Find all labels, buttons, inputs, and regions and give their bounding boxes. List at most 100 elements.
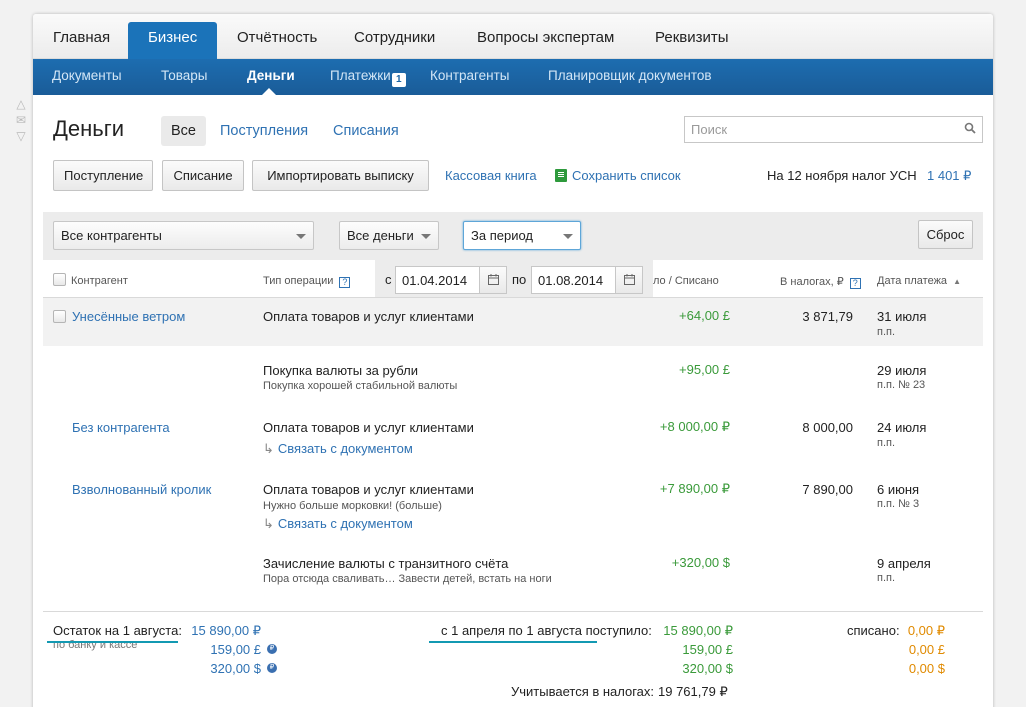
- spent-rub: 0,00 ₽: [907, 623, 945, 638]
- tab-employees[interactable]: Сотрудники: [334, 22, 455, 59]
- currency-icon: ₽: [267, 663, 277, 673]
- balance-underline: [47, 641, 178, 643]
- writeoff-button[interactable]: Списание: [162, 160, 244, 191]
- row-doc: п.п.: [877, 572, 896, 584]
- filter-bar: Все контрагенты Все деньги За период Сбр…: [43, 212, 983, 260]
- col-amount[interactable]: ло / Списано: [653, 275, 719, 287]
- chevron-down-icon: [421, 234, 431, 239]
- counterparty-select[interactable]: Все контрагенты: [53, 221, 314, 250]
- money-select[interactable]: Все деньги: [339, 221, 439, 250]
- chevron-down-icon: [563, 234, 573, 239]
- link-document[interactable]: ↳ Связать с документом: [263, 441, 413, 457]
- filter-tab-income[interactable]: Поступления: [220, 116, 308, 146]
- subnav-document-planner[interactable]: Планировщик документов: [548, 59, 712, 95]
- row-operation: Зачисление валюты с транзитного счёта: [263, 556, 509, 571]
- row-note: Покупка хорошей стабильной валюты: [263, 380, 458, 392]
- date-to-field[interactable]: 01.08.2014: [531, 266, 643, 294]
- tax-value-link[interactable]: 1 401 ₽: [927, 168, 971, 184]
- col-date[interactable]: Дата платежа ▲: [877, 275, 961, 287]
- tax-label: На 12 ноября налог УСН: [767, 168, 917, 183]
- excel-icon: [555, 169, 567, 182]
- link-document-label: Связать с документом: [277, 441, 413, 456]
- row-doc: п.п.: [877, 326, 896, 338]
- col-taxes-label: В налогах, ₽: [780, 276, 844, 288]
- search-input[interactable]: [685, 117, 945, 142]
- top-nav: Главная Бизнес Отчётность Сотрудники Воп…: [33, 14, 993, 59]
- row-amount: +320,00 $: [671, 555, 730, 570]
- search-box: [684, 116, 983, 143]
- help-icon[interactable]: ?: [339, 277, 351, 288]
- col-counterparty[interactable]: Контрагент: [71, 275, 128, 287]
- col-operation-label: Тип операции: [263, 275, 334, 287]
- balance-usd: 320,00 $: [210, 661, 261, 676]
- balance-gbp: 159,00 £: [210, 642, 261, 657]
- subnav-counterparties[interactable]: Контрагенты: [430, 59, 510, 95]
- tab-reports[interactable]: Отчётность: [217, 22, 337, 59]
- corner-arrow-icon: ↳: [263, 441, 274, 456]
- row-amount: +64,00 £: [679, 308, 730, 323]
- income-period-label: с 1 апреля по 1 августа поступило:: [441, 623, 652, 638]
- cashbook-link[interactable]: Кассовая книга: [445, 168, 537, 183]
- tab-home[interactable]: Главная: [33, 22, 130, 59]
- subnav-payments[interactable]: Платежки: [330, 59, 391, 95]
- period-select[interactable]: За период: [463, 221, 581, 250]
- select-all-checkbox[interactable]: [53, 273, 66, 286]
- page-title: Деньги: [53, 116, 125, 141]
- row-checkbox[interactable]: [53, 310, 66, 323]
- tab-requisites[interactable]: Реквизиты: [635, 22, 749, 59]
- subnav-documents[interactable]: Документы: [52, 59, 122, 95]
- row-counterparty-link[interactable]: Взволнованный кролик: [72, 482, 211, 497]
- active-caret: [262, 88, 276, 95]
- calendar-icon[interactable]: [615, 267, 642, 293]
- import-statement-button[interactable]: Импортировать выписку: [252, 160, 429, 191]
- thumbs-up-icon[interactable]: △: [12, 96, 30, 112]
- tab-expert-questions[interactable]: Вопросы экспертам: [457, 22, 634, 59]
- income-usd: 320,00 $: [682, 661, 733, 676]
- row-operation: Покупка валюты за рубли: [263, 363, 418, 378]
- date-from-field[interactable]: 01.04.2014: [395, 266, 507, 294]
- row-doc: п.п. № 3: [877, 498, 920, 510]
- row-doc: п.п. № 23: [877, 379, 926, 391]
- currency-icon: ₽: [267, 644, 277, 654]
- col-date-label: Дата платежа: [877, 275, 948, 287]
- row-date: 6 июня: [877, 482, 920, 497]
- help-icon[interactable]: ?: [849, 278, 861, 289]
- row-counterparty-link[interactable]: Унесённые ветром: [72, 309, 185, 324]
- row-counterparty-link[interactable]: Без контрагента: [72, 420, 170, 435]
- row-note: Пора отсюда сваливать… Завести детей, вс…: [263, 573, 552, 585]
- save-list-link[interactable]: Сохранить список: [572, 168, 681, 183]
- spent-gbp: 0,00 £: [908, 642, 945, 657]
- calendar-icon[interactable]: [479, 267, 506, 293]
- row-operation: Оплата товаров и услуг клиентами: [263, 420, 474, 435]
- reset-button[interactable]: Сброс: [918, 220, 973, 249]
- income-button[interactable]: Поступление: [53, 160, 153, 191]
- search-icon[interactable]: [964, 122, 976, 134]
- taxes-total-value: 19 761,79 ₽: [658, 684, 728, 699]
- link-document[interactable]: ↳ Связать с документом: [263, 516, 413, 532]
- filter-tab-all[interactable]: Все: [161, 116, 206, 146]
- taxes-total-label: Учитывается в налогах:: [511, 684, 655, 699]
- sort-asc-icon: ▲: [953, 277, 961, 286]
- date-to-label: по: [512, 272, 527, 287]
- filter-tab-writeoffs[interactable]: Списания: [333, 116, 399, 146]
- main-card: Главная Бизнес Отчётность Сотрудники Воп…: [33, 14, 993, 707]
- row-amount: +7 890,00 ₽: [659, 481, 730, 496]
- summary-divider: [43, 611, 983, 612]
- income-underline: [429, 641, 597, 643]
- mail-icon[interactable]: ✉: [12, 112, 30, 128]
- tab-business[interactable]: Бизнес: [128, 22, 218, 59]
- thumbs-down-icon[interactable]: ▽: [12, 128, 30, 144]
- subnav-goods[interactable]: Товары: [161, 59, 207, 95]
- chevron-down-icon: [296, 234, 306, 239]
- row-date: 9 апреля: [877, 556, 931, 571]
- feedback-rail: △ ✉ ▽: [12, 96, 30, 146]
- row-date: 29 июля: [877, 363, 927, 378]
- date-to-value: 01.08.2014: [538, 273, 604, 288]
- link-document-label: Связать с документом: [277, 516, 413, 531]
- balance-rub: 15 890,00 ₽: [191, 623, 261, 638]
- col-taxes[interactable]: В налогах, ₽?: [780, 275, 861, 289]
- period-select-value: За период: [471, 228, 533, 243]
- col-operation[interactable]: Тип операции?: [263, 275, 351, 288]
- sub-nav: Документы Товары Деньги Платежки 1 Контр…: [33, 59, 993, 95]
- date-from-value: 01.04.2014: [402, 273, 468, 288]
